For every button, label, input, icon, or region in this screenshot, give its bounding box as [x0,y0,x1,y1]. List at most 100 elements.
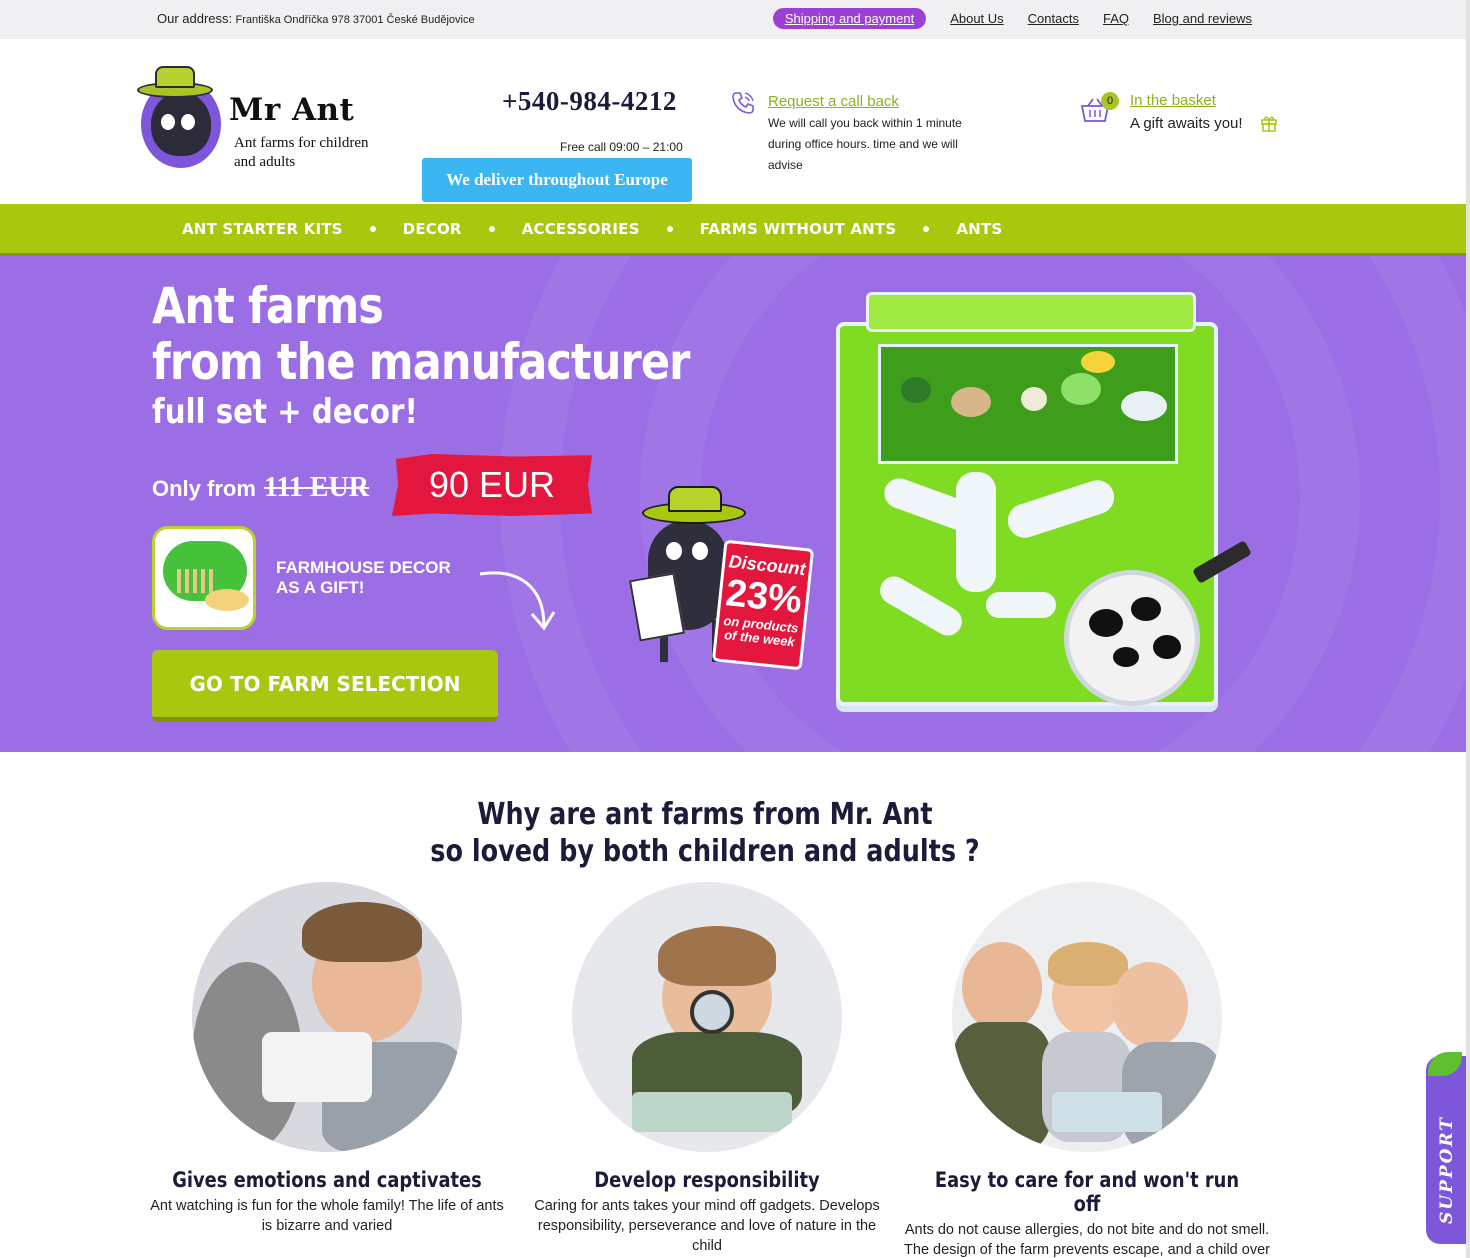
decor-bread [205,589,249,611]
nav-items: ANT STARTER KITS DECOR ACCESSORIES FARMS… [182,220,1002,238]
nav-item-ants[interactable]: ANTS [956,220,1002,238]
mascot-eye-right [692,542,708,560]
request-callback-link[interactable]: Request a call back [768,93,899,110]
decor-fence [177,569,213,593]
basket-gift-text: A gift awaits you! [1130,115,1243,132]
farm-tunnel [956,472,996,592]
farm-box [262,1032,372,1102]
feature-title: Gives emotions and captivates [172,1168,482,1192]
go-to-farm-selection-button[interactable]: GO TO FARM SELECTION [152,650,498,722]
page-scrollbar[interactable] [1466,0,1470,1258]
hero-title: Ant farms from the manufacturer [152,277,690,391]
ant-icon [1113,647,1139,667]
mascot-eye-left [666,542,682,560]
phone-callback-icon [732,92,754,114]
decor-gift-text: FARMHOUSE DECOR AS A GIFT! [276,558,451,597]
nav-separator [488,226,495,232]
logo-subtitle: Ant farms for children and adults [234,135,369,170]
top-bar: Our address: Františka Ondříčka 978 3700… [0,0,1470,39]
logo-eye-left [161,114,175,130]
child-face [1112,962,1188,1048]
new-price: 90 EUR [392,454,592,516]
feature-photo-easy-care [952,882,1222,1152]
address-value: Františka Ondříčka 978 37001 České Buděj… [235,14,475,26]
mascot-hat-top [668,486,722,512]
address: Our address: Františka Ondříčka 978 3700… [157,11,475,26]
blog-reviews-link[interactable]: Blog and reviews [1153,11,1252,26]
hero-title-line1: Ant farms [152,277,384,335]
nav-separator [923,226,930,232]
about-us-link[interactable]: About Us [950,11,1003,26]
magnifier-icon [690,990,734,1034]
address-label: Our address: [157,11,233,26]
contacts-link[interactable]: Contacts [1028,11,1079,26]
gift-icon [1261,116,1277,132]
curved-arrow-icon [479,571,556,631]
nav-item-accessories[interactable]: ACCESSORIES [522,220,640,238]
shipping-payment-link[interactable]: Shipping and payment [772,8,927,29]
child-hair [1048,942,1128,986]
feature-card: Develop responsibility Caring for ants t… [517,882,897,1256]
farm-stone [901,377,931,403]
decor-gift-image [152,526,256,630]
farm-rim [866,292,1196,332]
feature-text: Caring for ants takes your mind off gadg… [534,1198,880,1254]
site-logo[interactable]: Mr Ant Ant farms for children and adults [137,58,377,172]
nav-item-farms-without-ants[interactable]: FARMS WITHOUT ANTS [700,220,897,238]
magnifier-lens [1064,570,1200,706]
logo-title: Mr Ant [229,92,355,128]
main-nav: ANT STARTER KITS DECOR ACCESSORIES FARMS… [0,204,1466,256]
why-title-line2: so loved by both children and adults ? [430,834,980,869]
ant-icon [1131,597,1161,621]
old-price: 111 EUR [264,472,370,503]
ant-farm [1052,1092,1162,1132]
child-hair [302,902,422,962]
ant-icon [1089,609,1123,637]
ant-farm [632,1092,792,1132]
top-links: Shipping and payment About Us Contacts F… [772,8,1252,29]
farm-arena [878,344,1178,464]
nav-item-decor[interactable]: DECOR [403,220,462,238]
hero-subtitle: full set + decor! [152,392,418,432]
only-from-label: Only from [152,476,256,501]
farm-stone [1021,387,1047,411]
feature-title: Easy to care for and won't run off [934,1168,1240,1216]
discount-sign: Discount 23% on products of the week [711,539,815,671]
farm-stone [1061,373,1101,405]
faq-link[interactable]: FAQ [1103,11,1129,26]
discount-sign-text: on products of the week [722,613,800,650]
feature-title: Develop responsibility [594,1168,820,1192]
nav-separator [369,226,376,232]
child-face [962,942,1042,1032]
feature-card: Easy to care for and won't run off Ants … [897,882,1277,1258]
feature-card: Gives emotions and captivates Ant watchi… [137,882,517,1236]
feature-photo-responsibility [572,882,842,1152]
basket-count-badge: 0 [1101,92,1119,110]
logo-eye-right [181,114,195,130]
farm-stone [1081,351,1115,373]
phone-number[interactable]: +540-984-4212 [502,86,677,117]
farm-tunnel [986,592,1056,618]
deliver-banner: We deliver throughout Europe [422,158,692,202]
basket-link[interactable]: In the basket [1130,92,1216,109]
hero-title-line2: from the manufacturer [152,333,690,391]
mascot-discount: Discount 23% on products of the week [628,480,815,680]
free-call-hours: Free call 09:00 – 21:00 [560,140,683,154]
why-section-title: Why are ant farms from Mr. Ant so loved … [106,796,1305,870]
ant-farm-product-image [836,292,1252,712]
farm-stone [1121,391,1167,421]
child-sweater [952,1022,1052,1152]
child-hair [658,926,776,986]
why-title-line1: Why are ant farms from Mr. Ant [477,797,933,832]
farm-stone [951,387,991,417]
hero-banner: Ant farms from the manufacturer full set… [0,256,1466,752]
feature-text: Ant watching is fun for the whole family… [150,1198,504,1234]
callback-description: We will call you back within 1 minute du… [768,116,962,172]
nav-separator [666,226,673,232]
feature-photo-emotions [192,882,462,1152]
ant-icon [1153,635,1181,659]
nav-item-ant-starter-kits[interactable]: ANT STARTER KITS [182,220,343,238]
logo-hat-top [155,66,195,88]
support-label[interactable]: SUPPORT [1437,1116,1457,1224]
feature-text: Ants do not cause allergies, do not bite… [904,1222,1270,1258]
